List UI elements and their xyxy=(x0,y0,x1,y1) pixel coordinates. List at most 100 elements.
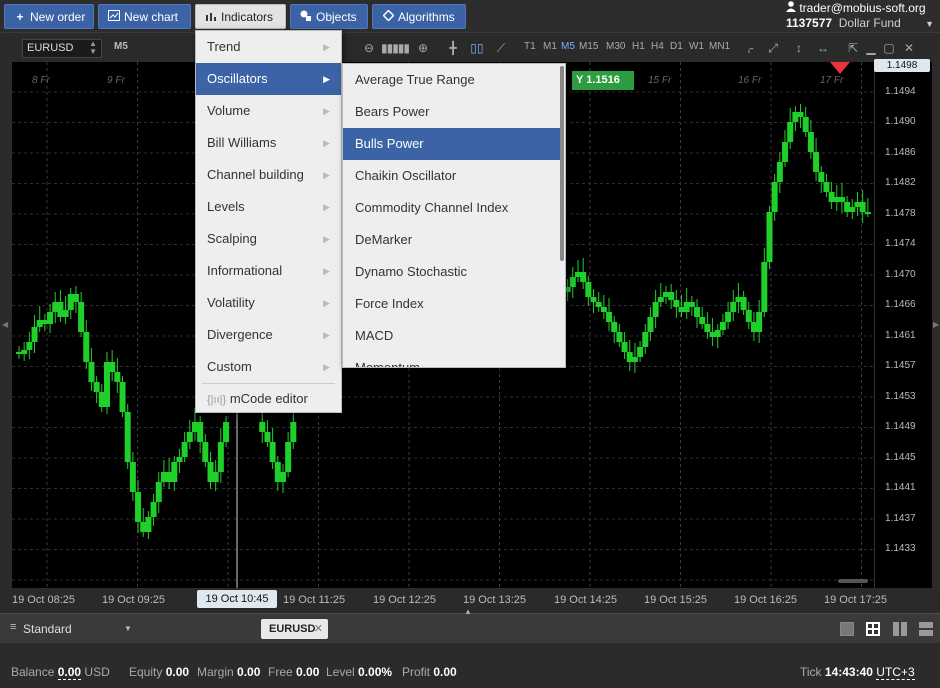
timeframe-d1-button[interactable]: D1 xyxy=(670,41,683,52)
chart-toolbar: EURUSD ▲ ▼ M5 ⊖ ▮▮▮▮▮ ⊕ ╋ ▯▯ ⟋ T1 M1 M5 M15 M… xyxy=(12,36,932,61)
timeframe-w1-button[interactable]: W1 xyxy=(689,41,704,52)
candle-body xyxy=(616,332,623,342)
indicator-category-custom[interactable]: Custom ▶ xyxy=(196,351,341,383)
oscillator-chaikin-oscillator[interactable]: Chaikin Oscillator xyxy=(343,160,561,192)
timeframe-h4-button[interactable]: H4 xyxy=(651,41,664,52)
caret-down-icon[interactable]: ▼ xyxy=(124,624,132,633)
indicator-category-scalping[interactable]: Scalping ▶ xyxy=(196,223,341,255)
bar-type-icon[interactable]: ╋ xyxy=(446,40,460,56)
objects-button[interactable]: Objects xyxy=(290,4,368,29)
candle-body xyxy=(62,310,69,317)
indicators-button[interactable]: Indicators xyxy=(195,4,286,29)
layout-grid-icon[interactable] xyxy=(866,622,880,636)
candle-body xyxy=(714,330,721,337)
oscillator-macd[interactable]: MACD xyxy=(343,320,561,352)
timeframe-h1-button[interactable]: H1 xyxy=(632,41,645,52)
indicator-category-divergence[interactable]: Divergence ▶ xyxy=(196,319,341,351)
candle-body xyxy=(833,197,840,202)
candle-body xyxy=(21,350,28,354)
submenu-scrollbar[interactable] xyxy=(560,66,564,261)
balance-value[interactable]: 0.00 xyxy=(57,665,82,680)
chart-tab-eurusd[interactable]: EURUSD ✕ xyxy=(261,619,328,639)
algorithms-button[interactable]: Algorithms xyxy=(372,4,466,29)
candle-body xyxy=(98,392,105,407)
candle-body xyxy=(119,382,126,412)
symbol-selector[interactable]: EURUSD ▲ ▼ xyxy=(22,39,102,58)
mcode-editor-label: mCode editor xyxy=(229,391,308,406)
layout-columns-icon[interactable] xyxy=(893,622,907,636)
horizontal-scale-icon[interactable]: ↔ xyxy=(816,40,830,56)
oscillator-bulls-power[interactable]: Bulls Power xyxy=(343,128,561,160)
price-axis[interactable]: 1.1494 1.1490 1.1486 1.1482 1.1478 1.1474 1.14… xyxy=(874,62,932,588)
candle-body xyxy=(109,362,116,372)
detach-icon[interactable]: ⇱ xyxy=(846,40,860,56)
oscillator-demarker[interactable]: DeMarker xyxy=(343,224,561,256)
oscillator-commodity-channel-index[interactable]: Commodity Channel Index xyxy=(343,192,561,224)
indicator-category-channel-building[interactable]: Channel building ▶ xyxy=(196,159,341,191)
indicator-category-bill-williams[interactable]: Bill Williams ▶ xyxy=(196,127,341,159)
new-order-button[interactable]: + New order xyxy=(4,4,94,29)
chart-tab-label: EURUSD xyxy=(269,623,316,635)
candle-body xyxy=(129,462,136,492)
buy-price-tag[interactable]: Y 1.1516 xyxy=(572,71,634,90)
collapse-up-icon[interactable]: ▲ xyxy=(464,607,472,616)
indicator-category-levels[interactable]: Levels ▶ xyxy=(196,191,341,223)
zoom-slider[interactable]: ▮▮▮▮▮ xyxy=(380,40,410,56)
oscillator-momentum[interactable]: Momentum xyxy=(343,352,561,367)
indicator-category-volatility[interactable]: Volatility ▶ xyxy=(196,287,341,319)
candle-body xyxy=(83,332,90,362)
account-selector[interactable]: trader@mobius-soft.org 1137577 Dollar Fu… xyxy=(786,1,934,31)
oscillator-dynamo-stochastic[interactable]: Dynamo Stochastic xyxy=(343,256,561,288)
minimize-icon[interactable]: ▁ xyxy=(864,40,878,56)
scroll-right-icon[interactable]: ▶ xyxy=(933,320,939,329)
mcode-editor-item[interactable]: {|ıı|} mCode editor xyxy=(196,383,341,415)
candle-body xyxy=(725,312,732,322)
layout-single-icon[interactable] xyxy=(840,622,854,636)
oscillator-bears-power[interactable]: Bears Power xyxy=(343,96,561,128)
close-tab-icon[interactable]: ✕ xyxy=(314,619,323,639)
close-icon[interactable]: ✕ xyxy=(902,40,916,56)
indicator-category-informational[interactable]: Informational ▶ xyxy=(196,255,341,287)
candle-body xyxy=(828,192,835,202)
candle-body xyxy=(16,352,22,354)
scroll-left-icon[interactable]: ◀ xyxy=(2,320,8,329)
maximize-icon[interactable]: ▢ xyxy=(882,40,896,56)
oscillator-force-index[interactable]: Force Index xyxy=(343,288,561,320)
timezone-selector[interactable]: UTC+3 xyxy=(876,665,915,680)
timeframe-t1-button[interactable]: T1 xyxy=(524,41,536,52)
tick-time: 14:43:40 xyxy=(824,665,873,679)
candle-body xyxy=(849,207,856,212)
timeframe-m1-button[interactable]: M1 xyxy=(543,41,557,52)
time-tick-label: 19 Oct 11:25 xyxy=(283,594,346,606)
workspace-selector[interactable]: Standard xyxy=(23,622,72,636)
menu-icon[interactable]: ≡ xyxy=(10,621,16,633)
horizontal-scrollbar[interactable] xyxy=(838,579,868,583)
candle-body xyxy=(813,152,820,172)
timeframe-m5-button[interactable]: M5 xyxy=(561,41,575,52)
candle-body xyxy=(771,182,778,212)
new-chart-button[interactable]: New chart xyxy=(98,4,191,29)
fit-icon[interactable]: ⤢ xyxy=(766,40,780,56)
vertical-scale-icon[interactable]: ↕ xyxy=(792,40,806,56)
timeframe-m15-button[interactable]: M15 xyxy=(579,41,598,52)
free-label: Free xyxy=(268,665,293,679)
layout-rows-icon[interactable] xyxy=(919,622,933,636)
zoom-out-icon[interactable]: ⊖ xyxy=(362,40,376,56)
template-icon[interactable]: ⌌ xyxy=(742,40,756,56)
candle-body xyxy=(750,322,757,332)
candles-icon[interactable]: ▯▯ xyxy=(470,40,484,56)
diamond-icon xyxy=(381,5,395,30)
oscillator-average-true-range[interactable]: Average True Range xyxy=(343,64,561,96)
top-toolbar: + New order New chart Indicators Objects … xyxy=(0,0,940,33)
plus-icon: + xyxy=(16,10,24,24)
zoom-in-icon[interactable]: ⊕ xyxy=(416,40,430,56)
price-tick-label: 1.1482 xyxy=(885,177,916,188)
candle-body xyxy=(207,462,214,482)
indicator-category-trend[interactable]: Trend ▶ xyxy=(196,31,341,63)
line-chart-icon[interactable]: ⟋ xyxy=(494,40,508,56)
indicator-category-volume[interactable]: Volume ▶ xyxy=(196,95,341,127)
indicator-category-oscillators[interactable]: Oscillators ▶ xyxy=(196,63,341,95)
timeframe-m30-button[interactable]: M30 xyxy=(606,41,625,52)
timeframe-mn1-button[interactable]: MN1 xyxy=(709,41,730,52)
margin-value: 0.00 xyxy=(237,665,261,679)
